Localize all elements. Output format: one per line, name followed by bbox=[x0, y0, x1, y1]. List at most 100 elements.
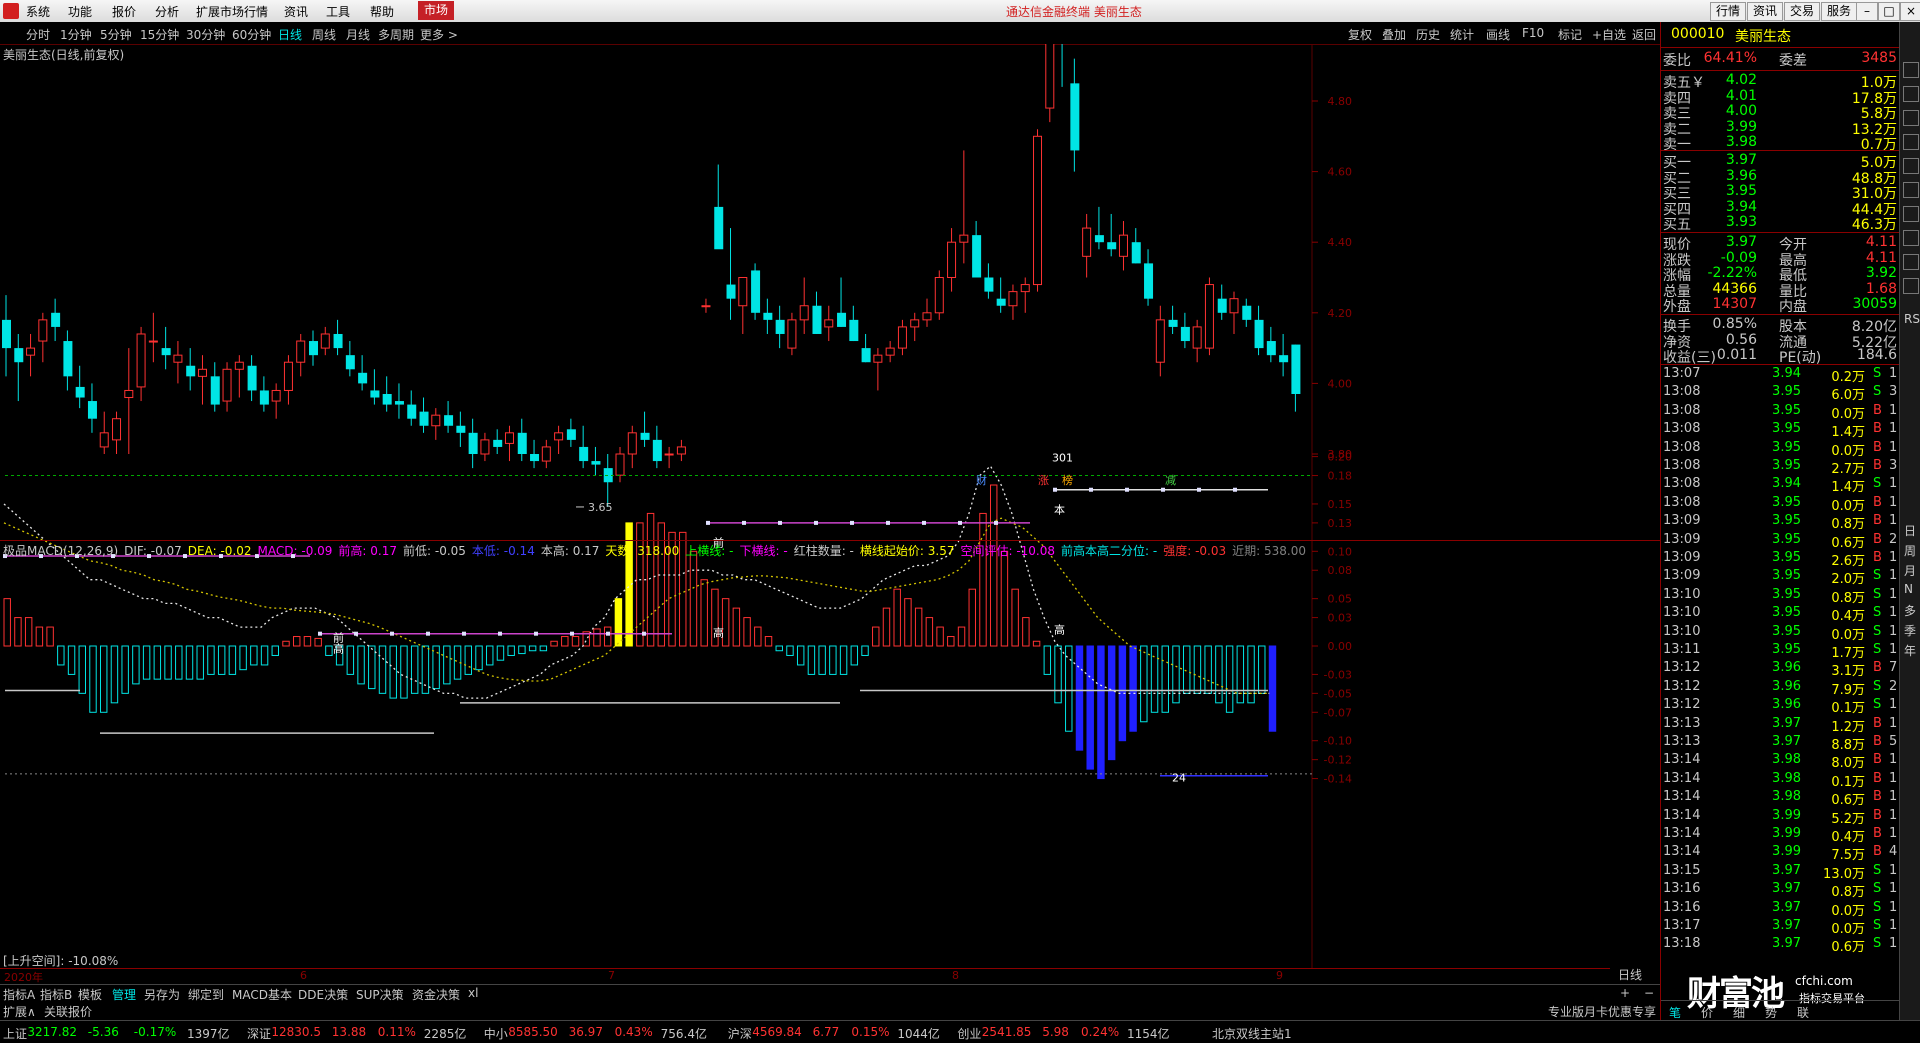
news-icon[interactable] bbox=[1903, 182, 1919, 198]
menu-quote[interactable]: 报价 bbox=[112, 3, 136, 20]
menu-function[interactable]: 功能 bbox=[68, 3, 92, 20]
alert-icon[interactable] bbox=[1903, 278, 1919, 294]
tool-draw[interactable]: 画线 bbox=[1486, 26, 1510, 43]
macd-bar-negative bbox=[1129, 645, 1137, 732]
month-icon[interactable]: 月 bbox=[1904, 562, 1916, 579]
top-quote-button[interactable]: 行情 bbox=[1710, 2, 1747, 21]
macd-bar-negative bbox=[196, 645, 204, 680]
tick-volume: 0.4万 bbox=[1831, 609, 1865, 625]
tab-bi[interactable]: 笔 bbox=[1669, 1004, 1681, 1021]
tool-stats[interactable]: 统计 bbox=[1450, 26, 1474, 43]
period-1min[interactable]: 1分钟 bbox=[60, 26, 92, 43]
zoom-out-icon[interactable]: − bbox=[1644, 986, 1654, 1000]
period-5min[interactable]: 5分钟 bbox=[100, 26, 132, 43]
tab-dde[interactable]: DDE决策 bbox=[298, 986, 348, 1003]
week-icon[interactable]: 周 bbox=[1904, 542, 1916, 559]
n-icon[interactable]: N bbox=[1904, 582, 1913, 596]
tab-xi[interactable]: 细 bbox=[1733, 1004, 1745, 1021]
tab-jia[interactable]: 价 bbox=[1701, 1004, 1713, 1021]
tab-template[interactable]: 模板 bbox=[78, 986, 102, 1003]
tool-f10[interactable]: F10 bbox=[1522, 26, 1544, 40]
list-icon[interactable] bbox=[1903, 86, 1919, 102]
macd-bar-negative bbox=[528, 645, 537, 652]
macd-bar-negative bbox=[153, 645, 162, 680]
tick-row: 13:13 3.97 8.8万 B 5 bbox=[1661, 734, 1899, 753]
tool-back[interactable]: 返回 bbox=[1632, 26, 1656, 43]
tick-count: 1 bbox=[1889, 899, 1898, 915]
tab-indicator-b[interactable]: 指标B bbox=[40, 986, 72, 1003]
candle-body bbox=[861, 348, 871, 363]
tool-adjust[interactable]: 复权 bbox=[1348, 26, 1372, 43]
tick-row: 13:07 3.94 0.2万 S 1 bbox=[1661, 366, 1899, 385]
market-button[interactable]: 市场 bbox=[418, 1, 454, 20]
multi-icon[interactable]: 多 bbox=[1904, 602, 1916, 619]
menu-info[interactable]: 资讯 bbox=[284, 3, 308, 20]
day-icon[interactable]: 日 bbox=[1904, 522, 1916, 539]
period-60min[interactable]: 60分钟 bbox=[232, 26, 271, 43]
compare-icon[interactable] bbox=[1903, 158, 1919, 174]
top-service-button[interactable]: 服务 bbox=[1821, 2, 1858, 21]
candle-body bbox=[1131, 242, 1141, 264]
promo-link[interactable]: 专业版月卡优惠专享 bbox=[1548, 1003, 1656, 1020]
rsi-icon[interactable]: RSI bbox=[1904, 312, 1920, 326]
tab-macd-basic[interactable]: MACD基本 bbox=[232, 986, 292, 1003]
top-info-button[interactable]: 资讯 bbox=[1747, 2, 1784, 21]
period-more[interactable]: 更多 > bbox=[420, 26, 458, 43]
tab-xl[interactable]: xl bbox=[468, 986, 478, 1000]
menu-extended-market[interactable]: 扩展市场行情 bbox=[196, 3, 268, 20]
menu-help[interactable]: 帮助 bbox=[370, 3, 394, 20]
tick-time: 13:10 bbox=[1663, 605, 1701, 621]
macd-bar-positive bbox=[1032, 640, 1041, 647]
tab-indicator-a[interactable]: 指标A bbox=[3, 986, 35, 1003]
tab-lian[interactable]: 联 bbox=[1797, 1004, 1809, 1021]
tick-row: 13:14 3.99 0.4万 B 1 bbox=[1661, 826, 1899, 845]
maximize-icon[interactable]: □ bbox=[1878, 2, 1900, 21]
menu-tools[interactable]: 工具 bbox=[326, 3, 350, 20]
menu-system[interactable]: 系统 bbox=[26, 3, 50, 20]
period-15min[interactable]: 15分钟 bbox=[140, 26, 179, 43]
layout-icon[interactable] bbox=[1903, 62, 1919, 78]
year-icon[interactable]: 年 bbox=[1904, 642, 1916, 659]
tab-fund[interactable]: 资金决策 bbox=[412, 986, 460, 1003]
candle-body bbox=[309, 341, 318, 356]
period-multi[interactable]: 多周期 bbox=[378, 26, 414, 43]
tick-row: 13:12 3.96 3.1万 B 7 bbox=[1661, 660, 1899, 679]
tool-overlay[interactable]: 叠加 bbox=[1382, 26, 1406, 43]
tick-price: 3.96 bbox=[1772, 678, 1801, 694]
filter-icon[interactable] bbox=[1903, 254, 1919, 270]
chart-canvas[interactable]: 5.605.405.205.004.804.604.404.204.003.80… bbox=[0, 44, 1660, 968]
detail-tabs: 笔 价 细 势 联 bbox=[1661, 1000, 1899, 1021]
grid-icon[interactable] bbox=[1903, 134, 1919, 150]
expand-button[interactable]: 扩展∧ bbox=[3, 1003, 36, 1020]
close-icon[interactable]: × bbox=[1900, 2, 1920, 21]
tool-mark[interactable]: 标记 bbox=[1558, 26, 1582, 43]
period-month[interactable]: 月线 bbox=[346, 26, 370, 43]
candle-body bbox=[615, 453, 625, 476]
tab-manage[interactable]: 管理 bbox=[112, 986, 136, 1003]
tool-history[interactable]: 历史 bbox=[1416, 26, 1440, 43]
tab-bind[interactable]: 绑定到 bbox=[188, 986, 224, 1003]
macd-tick-label: 0.18 bbox=[1328, 470, 1353, 483]
tab-shi[interactable]: 势 bbox=[1765, 1004, 1777, 1021]
candle-body bbox=[456, 425, 466, 433]
tick-count: 1 bbox=[1889, 586, 1898, 602]
related-quote-button[interactable]: 关联报价 bbox=[44, 1003, 92, 1020]
menu-analysis[interactable]: 分析 bbox=[155, 3, 179, 20]
period-day[interactable]: 日线 bbox=[278, 26, 302, 43]
period-tick[interactable]: 分时 bbox=[26, 26, 50, 43]
month-label: 6 bbox=[300, 969, 307, 982]
period-week[interactable]: 周线 bbox=[312, 26, 336, 43]
tab-sup[interactable]: SUP决策 bbox=[356, 986, 404, 1003]
season-icon[interactable]: 季 bbox=[1904, 622, 1916, 639]
tool-add-watchlist[interactable]: +自选 bbox=[1592, 26, 1626, 43]
calc-icon[interactable] bbox=[1903, 230, 1919, 246]
zoom-in-icon[interactable]: + bbox=[1620, 986, 1630, 1000]
f10-icon[interactable] bbox=[1903, 206, 1919, 222]
tab-save-as[interactable]: 另存为 bbox=[144, 986, 180, 1003]
chart-icon[interactable] bbox=[1903, 110, 1919, 126]
tick-count: 1 bbox=[1889, 402, 1898, 418]
period-30min[interactable]: 30分钟 bbox=[186, 26, 225, 43]
top-trade-button[interactable]: 交易 bbox=[1784, 2, 1821, 21]
macd-bar-negative bbox=[1247, 645, 1255, 704]
minimize-icon[interactable]: – bbox=[1856, 2, 1878, 21]
